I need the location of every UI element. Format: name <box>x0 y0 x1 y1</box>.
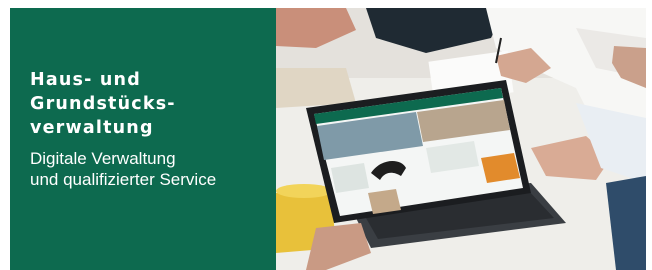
headline-line-1: Haus- und <box>30 70 141 90</box>
screen-tile-photo <box>368 189 401 214</box>
screen-orange-tile <box>481 153 520 183</box>
promo-banner[interactable]: Haus- und Grundstücks- verwaltung Digita… <box>10 8 646 270</box>
mug-rim <box>276 184 332 198</box>
screen-tile-left <box>331 163 369 193</box>
headline-line-2: Grundstücks- <box>30 94 176 114</box>
notebook-left <box>276 68 356 108</box>
banner-subline: Digitale Verwaltung und qualifizierter S… <box>30 148 256 190</box>
subline-line-2: und qualifizierter Service <box>30 170 217 189</box>
headline-line-3: verwaltung <box>30 118 154 138</box>
text-panel: Haus- und Grundstücks- verwaltung Digita… <box>10 8 276 270</box>
banner-headline: Haus- und Grundstücks- verwaltung <box>30 68 256 140</box>
tablet-scene-illustration <box>276 8 646 270</box>
banner-photo <box>276 8 646 270</box>
subline-line-1: Digitale Verwaltung <box>30 149 176 168</box>
